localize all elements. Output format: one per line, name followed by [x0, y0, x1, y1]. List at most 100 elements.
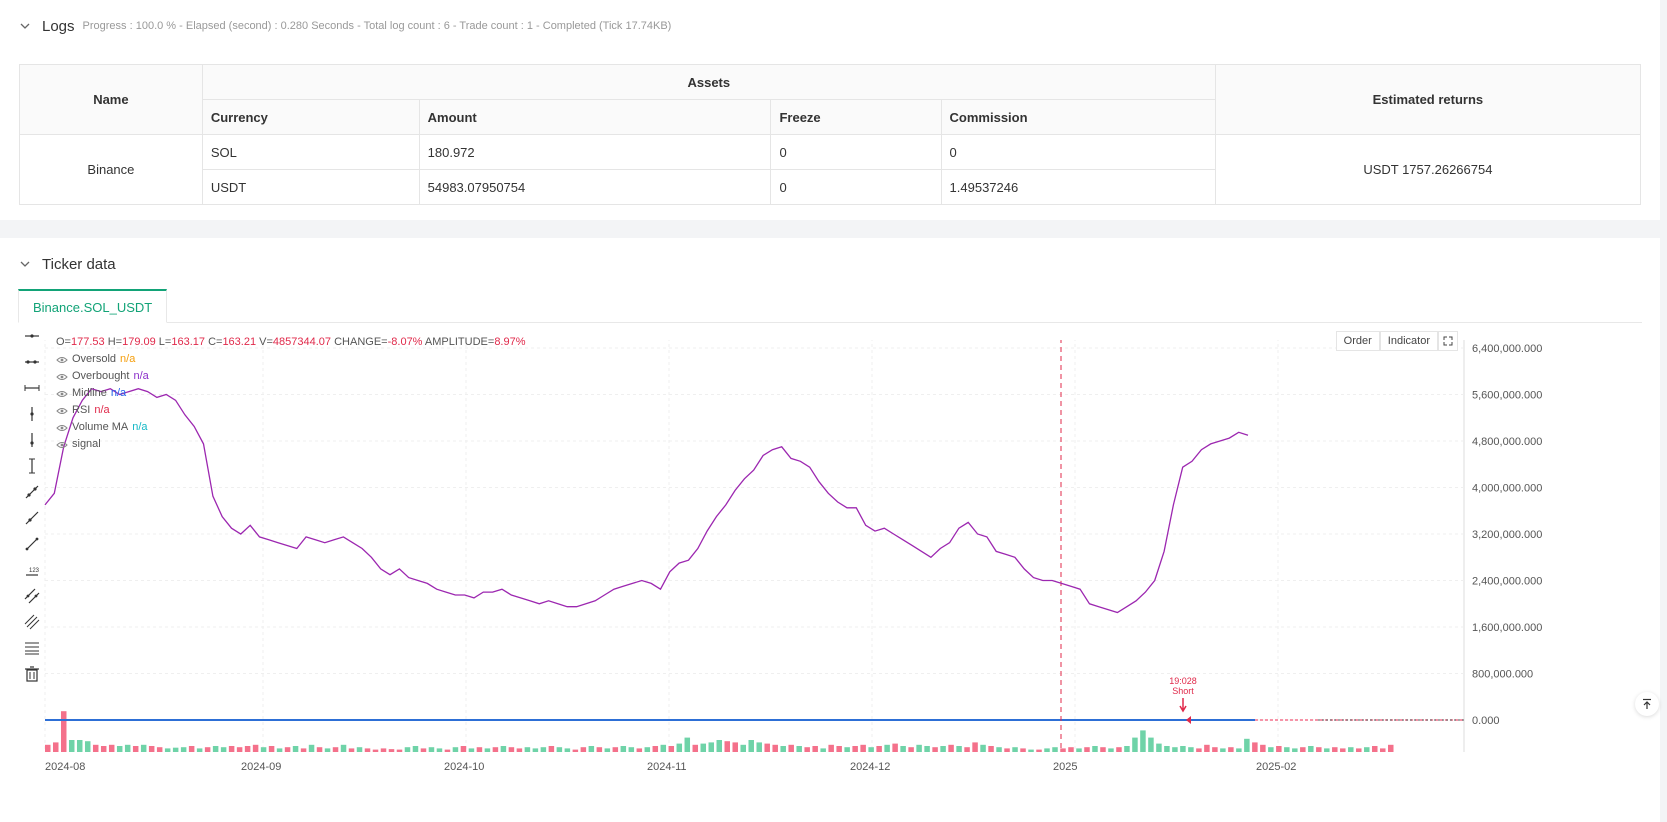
expand-icon[interactable]	[1438, 331, 1458, 351]
y-tick-label: 2,400,000.000	[1472, 576, 1542, 588]
volume-bar	[596, 747, 603, 752]
chevron-down-icon[interactable]	[18, 257, 32, 271]
indicator-row[interactable]: RSI n/a	[56, 402, 526, 419]
volume-bar	[796, 746, 802, 752]
volume-bar	[836, 746, 842, 752]
volume-bar	[300, 748, 307, 752]
currency-cell: USDT	[201, 169, 420, 205]
volume-bar	[308, 744, 315, 752]
volume-bar	[132, 746, 139, 752]
volume-bar	[908, 747, 914, 752]
volume-bar	[732, 742, 738, 752]
x-tick-label: 2025	[1053, 761, 1077, 773]
ticker-header[interactable]: Ticker data	[18, 254, 116, 274]
volume-bar	[956, 746, 962, 752]
freeze-cell: 0	[770, 134, 942, 170]
indicator-row[interactable]: Midline n/a	[56, 385, 526, 402]
indicator-button[interactable]: Indicator	[1379, 331, 1438, 351]
volume-bar	[684, 737, 691, 752]
order-button[interactable]: Order	[1335, 331, 1380, 351]
volume-bar	[1052, 747, 1058, 752]
volume-bar	[716, 740, 723, 752]
volume-bar	[420, 748, 427, 752]
volume-bar	[1364, 747, 1370, 752]
volume-bar	[444, 749, 451, 752]
volume-bar	[940, 746, 946, 752]
indicator-row[interactable]: Overbought n/a	[56, 368, 526, 385]
volume-bar	[1380, 748, 1386, 752]
freeze-header: Freeze	[770, 99, 942, 135]
volume-bar	[556, 747, 563, 752]
indicator-value: n/a	[120, 353, 136, 365]
chart-area[interactable]: 123 6,400,000.000 5,600,000.000 4,800,000.…	[18, 331, 1638, 822]
volume-bar	[476, 747, 483, 752]
volume-bar	[1092, 746, 1098, 752]
indicator-row[interactable]: Oversold n/a	[56, 351, 526, 368]
eye-icon[interactable]	[56, 390, 68, 398]
volume-bar	[284, 747, 291, 752]
indicator-name: Midline	[72, 387, 107, 399]
volume-bar	[492, 747, 499, 752]
logs-header[interactable]: Logs Progress : 100.0 % - Elapsed (secon…	[18, 16, 671, 36]
volume-bar	[564, 748, 571, 752]
eye-icon[interactable]	[56, 424, 68, 432]
volume-bar	[1020, 748, 1026, 752]
volume-value: 4857344.07	[272, 336, 332, 348]
indicator-row[interactable]: signal	[56, 436, 526, 453]
volume-bar	[548, 746, 555, 752]
volume-bar	[588, 746, 595, 752]
tab-sol-usdt[interactable]: Binance.SOL_USDT	[18, 289, 168, 323]
volume-bar	[60, 711, 67, 752]
volume-bar	[812, 746, 818, 752]
volume-bar	[140, 744, 147, 752]
volume-bar	[196, 748, 203, 752]
logs-panel: Logs Progress : 100.0 % - Elapsed (secon…	[0, 0, 1660, 220]
x-tick-label: 2024-09	[241, 761, 281, 773]
volume-bar	[692, 744, 699, 752]
eye-icon[interactable]	[56, 407, 68, 415]
volume-bar	[228, 746, 235, 752]
volume-bar	[1156, 743, 1162, 752]
y-tick-label: 0.000	[1472, 715, 1500, 727]
commission-header: Commission	[940, 99, 1216, 135]
volume-bar	[1124, 746, 1130, 752]
volume-bar	[508, 747, 515, 752]
volume-bar	[700, 743, 707, 752]
indicator-row[interactable]: Volume MA n/a	[56, 419, 526, 436]
volume-bar	[276, 748, 283, 752]
scroll-to-top-icon[interactable]	[1635, 692, 1659, 716]
volume-bar	[540, 747, 547, 752]
volume-bar	[1268, 747, 1274, 752]
volume-bar	[484, 748, 491, 752]
volume-bar	[532, 748, 539, 752]
volume-bar	[388, 749, 395, 752]
volume-bar	[1116, 747, 1122, 752]
assets-table: Name Assets Estimated returns Currency A…	[19, 64, 1642, 205]
volume-bar	[116, 746, 123, 752]
eye-icon[interactable]	[56, 441, 68, 449]
currency-header: Currency	[201, 99, 420, 135]
amount-cell: 180.972	[418, 134, 772, 170]
y-tick-label: 4,800,000.000	[1472, 436, 1542, 448]
volume-bar	[980, 744, 986, 752]
volume-bar	[932, 747, 938, 752]
volume-bar	[436, 748, 443, 752]
eye-icon[interactable]	[56, 373, 68, 381]
volume-bar	[668, 746, 675, 752]
volume-bar	[332, 747, 339, 752]
volume-bar	[156, 747, 163, 752]
eye-icon[interactable]	[56, 356, 68, 364]
volume-bar	[204, 747, 211, 752]
volume-bar	[172, 747, 179, 752]
chevron-down-icon[interactable]	[18, 19, 32, 33]
volume-bar	[212, 746, 219, 752]
indicator-value: n/a	[110, 387, 127, 399]
volume-bar	[468, 748, 475, 752]
volume-bar	[1012, 747, 1018, 752]
change-value: -8.07%	[387, 336, 423, 348]
volume-bar	[316, 747, 323, 752]
volume-bar	[1036, 749, 1042, 752]
volume-bar	[1356, 748, 1362, 752]
amount-header: Amount	[418, 99, 772, 135]
volume-bar	[1196, 748, 1202, 752]
